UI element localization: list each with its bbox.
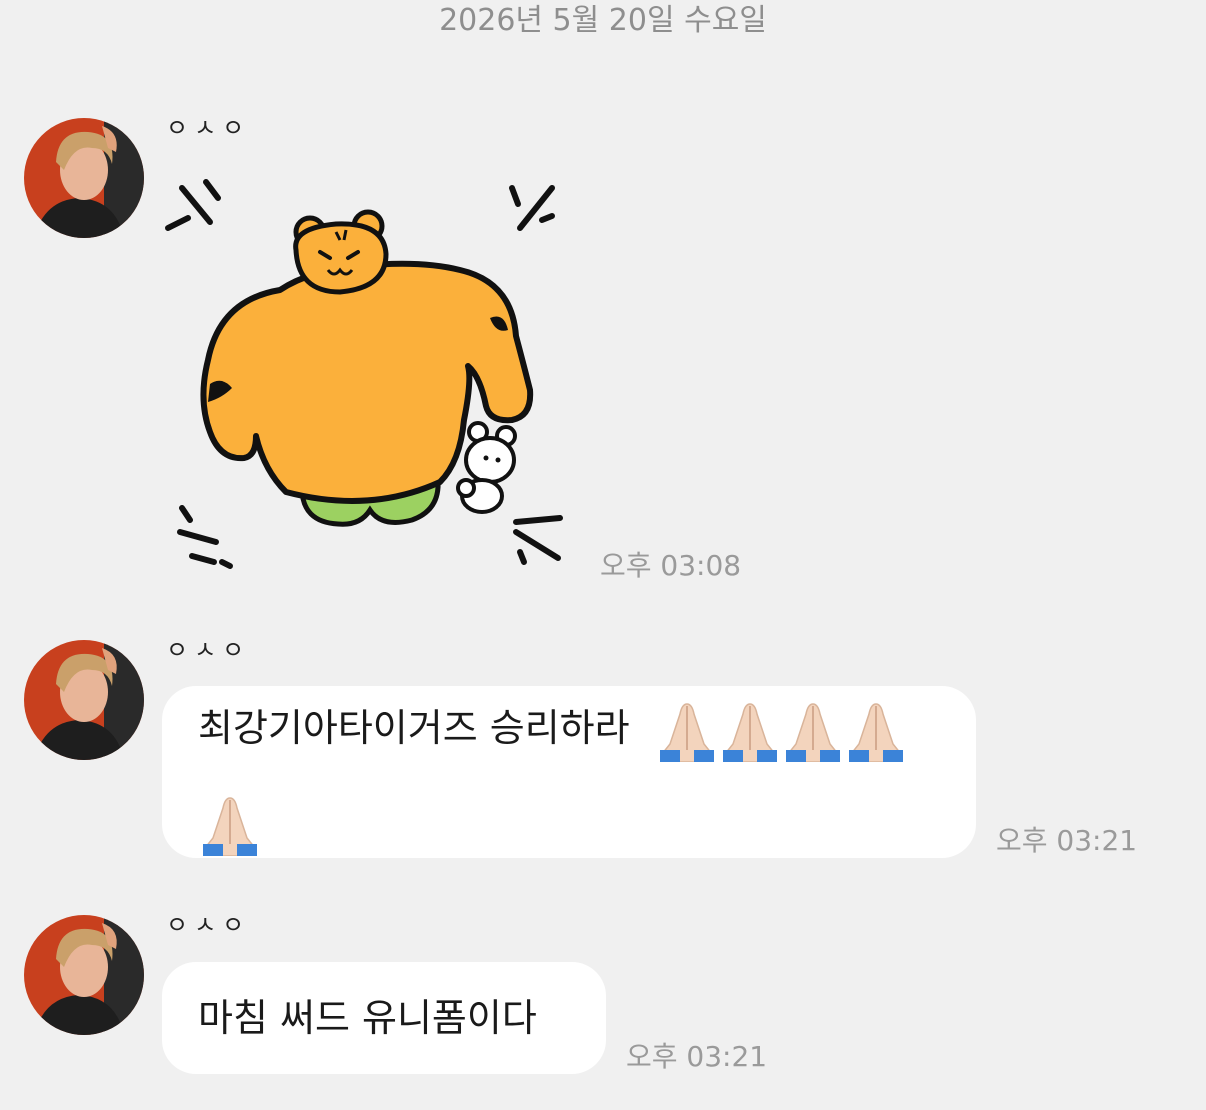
folded-hands-emoji xyxy=(782,700,844,762)
date-divider: 2026년 5월 20일 수요일 xyxy=(439,3,767,38)
message-bubble[interactable]: 마침 써드 유니폼이다 xyxy=(162,962,606,1074)
message-time: 오후 03:21 xyxy=(626,1040,768,1073)
folded-hands-emoji xyxy=(845,700,907,762)
sender-avatar[interactable] xyxy=(24,118,144,238)
message-time: 오후 03:08 xyxy=(600,549,742,582)
sender-avatar[interactable] xyxy=(24,640,144,760)
sender-name: ㅇㅅㅇ xyxy=(166,114,251,142)
tiger-sticker[interactable] xyxy=(160,170,570,580)
sender-avatar[interactable] xyxy=(24,915,144,1035)
sender-name: ㅇㅅㅇ xyxy=(166,911,251,939)
sender-name: ㅇㅅㅇ xyxy=(166,636,251,664)
message-text: 최강기아타이거즈 승리하라 xyxy=(198,706,630,750)
folded-hands-emoji xyxy=(719,700,781,762)
folded-hands-emoji xyxy=(199,794,261,856)
chat-room: 2026년 5월 20일 수요일 ㅇㅅㅇ 오후 03:08 ㅇㅅㅇ 최강기아타이… xyxy=(0,0,1206,1110)
message-text: 마침 써드 유니폼이다 xyxy=(198,996,537,1040)
message-time: 오후 03:21 xyxy=(996,824,1138,857)
folded-hands-emoji xyxy=(656,700,718,762)
message-bubble[interactable]: 최강기아타이거즈 승리하라 xyxy=(162,686,976,858)
